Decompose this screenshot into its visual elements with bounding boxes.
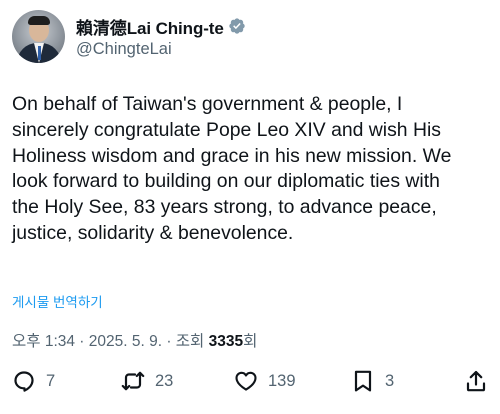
reply-icon <box>14 371 34 392</box>
tweet-text-line: the Holy See, 83 years strong, to advanc… <box>12 196 437 219</box>
tweet-text-line: On behalf of Taiwan's government & peopl… <box>12 93 403 115</box>
avatar-tie <box>37 46 41 60</box>
bookmark-icon <box>354 370 372 392</box>
bookmark-button[interactable]: 3 <box>351 368 394 394</box>
avatar[interactable] <box>12 10 65 63</box>
share-button[interactable] <box>464 368 488 394</box>
tweet-header: 賴清德Lai Ching-te @ChingteLai <box>12 10 488 64</box>
tweet-text-line: sincerely congratulate Pope Leo XIV and … <box>12 118 441 141</box>
author-display-name[interactable]: 賴清德Lai Ching-te <box>76 14 224 39</box>
bookmark-count: 3 <box>385 371 395 390</box>
verified-badge-icon[interactable] <box>228 17 246 35</box>
like-icon <box>235 371 257 391</box>
tweet-meta: 오후 1:34 · 2025. 5. 9. · 조회 3335회 <box>12 329 257 351</box>
reply-button[interactable]: 7 <box>12 368 55 394</box>
like-button[interactable]: 139 <box>234 368 296 394</box>
view-count: 3335 <box>208 333 244 350</box>
repost-button[interactable]: 23 <box>121 368 173 394</box>
view-count-suffix: 회 <box>243 333 258 350</box>
author-handle[interactable]: @ChingteLai <box>76 40 246 59</box>
reply-count: 7 <box>46 371 56 390</box>
author-name-row: 賴清德Lai Ching-te <box>76 14 246 38</box>
tweet-text-line: Holiness wisdom and grace in his new mis… <box>12 144 452 167</box>
share-icon <box>466 370 486 392</box>
translate-post-link[interactable]: 게시물 번역하기 <box>12 291 103 311</box>
like-count: 139 <box>268 371 296 390</box>
timestamp[interactable]: 오후 1:34 · 2025. 5. 9. · 조회 <box>12 333 209 350</box>
tweet-text-line: justice, solidarity & benevolence. <box>12 221 294 244</box>
repost-count: 23 <box>155 371 174 390</box>
author-info: 賴清德Lai Ching-te @ChingteLai <box>76 14 246 59</box>
repost-icon <box>121 371 145 391</box>
tweet-text: On behalf of Taiwan's government & peopl… <box>12 92 492 247</box>
tweet-text-line: look forward to building on our diplomat… <box>12 170 440 193</box>
avatar-hair <box>28 16 50 25</box>
action-bar: 7 23 139 3 <box>12 368 488 394</box>
